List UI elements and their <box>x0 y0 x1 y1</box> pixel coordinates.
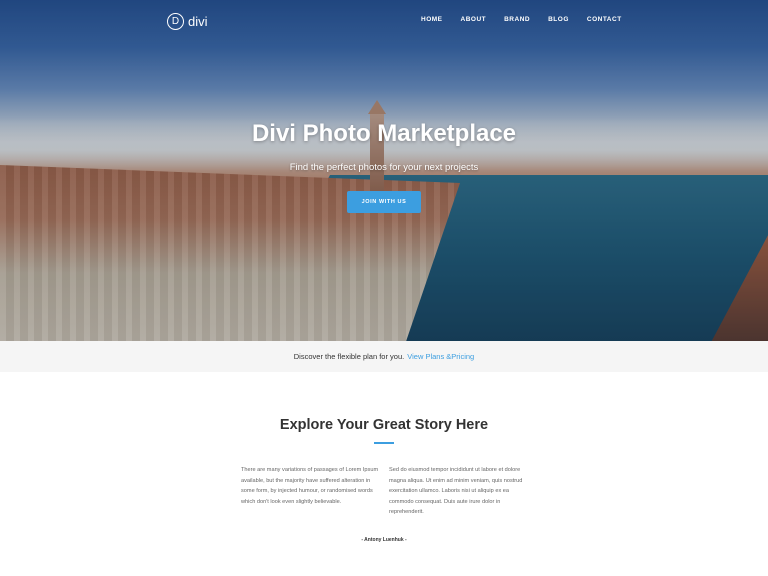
nav-brand[interactable]: BRAND <box>504 16 530 23</box>
nav-about[interactable]: ABOUT <box>461 16 487 23</box>
hero-title: Divi Photo Marketplace <box>251 120 517 147</box>
join-with-us-button[interactable]: JOIN WITH US <box>347 191 421 213</box>
story-text-right: Sed do eiusmod tempor incididunt ut labo… <box>389 467 523 515</box>
section-title: Explore Your Great Story Here <box>279 417 489 433</box>
section-divider <box>374 442 394 444</box>
hero-subtitle: Find the perfect photos for your next pr… <box>289 162 479 173</box>
logo-icon: D <box>167 12 184 30</box>
site-logo[interactable]: D divi <box>167 12 208 30</box>
nav-home[interactable]: HOME <box>421 16 443 23</box>
plan-bar: Discover the flexible plan for you. View… <box>0 341 768 372</box>
nav-blog[interactable]: BLOG <box>548 16 569 23</box>
story-text-left: There are many variations of passages of… <box>241 467 379 505</box>
hero-banner: D divi HOME ABOUT BRAND BLOG CONTACT Div… <box>0 0 768 341</box>
main-nav: HOME ABOUT BRAND BLOG CONTACT <box>421 16 640 23</box>
author-credit: - Antony Luenhuk - <box>361 537 407 543</box>
nav-contact[interactable]: CONTACT <box>587 16 622 23</box>
logo-text: divi <box>188 13 208 29</box>
plan-bar-text: Discover the flexible plan for you. <box>293 352 405 361</box>
view-plans-link[interactable]: View Plans &Pricing <box>407 352 474 361</box>
